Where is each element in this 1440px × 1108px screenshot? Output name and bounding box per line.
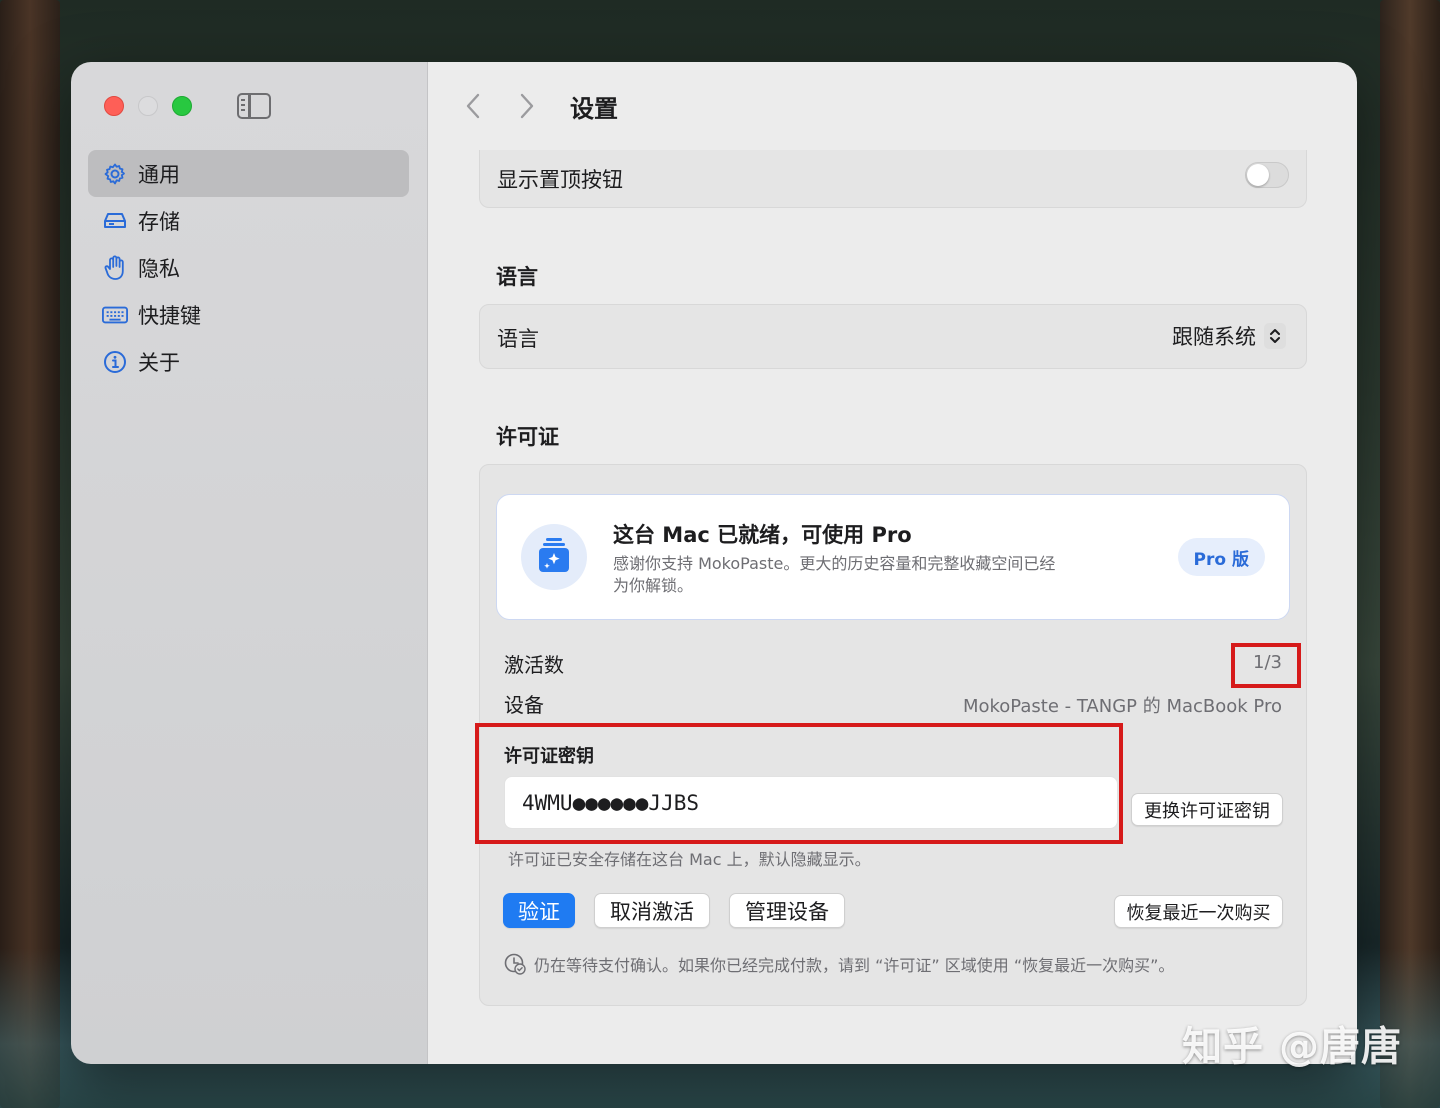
toolbar: 设置 [428,62,1357,150]
pro-avatar [521,524,587,590]
license-key-hint: 许可证已安全存储在这台 Mac 上，默认隐藏显示。 [508,850,871,869]
deactivate-button[interactable]: 取消激活 [594,893,710,928]
pro-status-card: 这台 Mac 已就绪，可使用 Pro 感谢你支持 MokoPaste。更大的历史… [496,494,1290,620]
hand-icon [102,255,128,281]
keyboard-icon [102,302,128,328]
page-title: 设置 [570,94,618,123]
change-license-key-button[interactable]: 更换许可证密钥 [1131,793,1283,826]
sidebar: 通用 存储 隐私 快捷键 关于 [71,62,428,1064]
pin-button-toggle[interactable] [1245,162,1289,188]
manage-devices-button[interactable]: 管理设备 [729,893,845,928]
license-key-label: 许可证密钥 [504,746,594,767]
background-tree-left [0,0,60,1108]
sidebar-item-label: 隐私 [138,256,180,281]
payment-footnote: 仍在等待支付确认。如果你已经完成付款，请到 “许可证” 区域使用 “恢复最近一次… [504,952,1174,976]
zoom-button[interactable] [172,96,192,116]
language-select[interactable]: 跟随系统 [1172,321,1286,351]
license-card: 这台 Mac 已就绪，可使用 Pro 感谢你支持 MokoPaste。更大的历史… [475,464,1307,1006]
sidebar-item-label: 通用 [138,162,180,187]
back-chevron-icon[interactable] [458,91,488,121]
sidebar-nav: 通用 存储 隐私 快捷键 关于 [88,150,409,385]
info-icon [102,349,128,375]
license-key-field[interactable]: 4WMU●●●●●●JJBS [504,776,1118,829]
clock-check-icon [504,953,526,975]
sidebar-item-label: 存储 [138,209,180,234]
updown-chevron-icon [1264,323,1286,349]
gear-icon [102,161,128,187]
payment-footnote-text: 仍在等待支付确认。如果你已经完成付款，请到 “许可证” 区域使用 “恢复最近一次… [534,956,1175,975]
window-controls [104,96,192,116]
forward-chevron-icon[interactable] [512,91,542,121]
sidebar-item-label: 快捷键 [138,303,201,328]
pro-badge: Pro 版 [1177,538,1265,576]
language-select-value: 跟随系统 [1172,325,1256,349]
watermark: 知乎 @唐唐 [1182,1024,1402,1070]
sidebar-item-label: 关于 [138,350,180,375]
clipboard-sparkle-icon [537,536,571,578]
pro-description: 感谢你支持 MokoPaste。更大的历史容量和完整收藏空间已经为你解锁。 [613,554,1056,595]
license-section-title: 许可证 [496,425,559,449]
main-content: 设置 显示置顶按钮 语言 语言 跟随系统 许可证 这台 Mac 已就绪，可使用 … [428,62,1357,1064]
toggle-knob [1247,164,1269,186]
device-value: MokoPaste - TANGP 的 MacBook Pro [962,696,1282,717]
language-row: 语言 跟随系统 [479,304,1307,369]
drive-icon [102,208,128,234]
sidebar-item-storage[interactable]: 存储 [88,197,409,244]
language-section-title: 语言 [496,265,538,289]
sidebar-item-general[interactable]: 通用 [88,150,409,197]
sidebar-item-shortcuts[interactable]: 快捷键 [88,291,409,338]
activations-highlight [1231,643,1301,688]
pin-button-row: 显示置顶按钮 [479,150,1307,208]
background-tree-right [1380,0,1440,1108]
pin-button-label: 显示置顶按钮 [497,168,623,192]
language-label: 语言 [497,327,539,351]
close-button[interactable] [104,96,124,116]
sidebar-item-privacy[interactable]: 隐私 [88,244,409,291]
verify-button[interactable]: 验证 [503,893,575,928]
device-label: 设备 [504,693,544,717]
sidebar-item-about[interactable]: 关于 [88,338,409,385]
restore-purchase-button[interactable]: 恢复最近一次购买 [1114,895,1283,928]
settings-window: 通用 存储 隐私 快捷键 关于 设置 显示置顶按钮 语言 语言 跟随系统 许可证… [71,62,1357,1064]
minimize-button[interactable] [138,96,158,116]
activations-label: 激活数 [504,653,564,677]
sidebar-toggle-icon[interactable] [237,93,271,119]
pro-title: 这台 Mac 已就绪，可使用 Pro [613,523,912,547]
